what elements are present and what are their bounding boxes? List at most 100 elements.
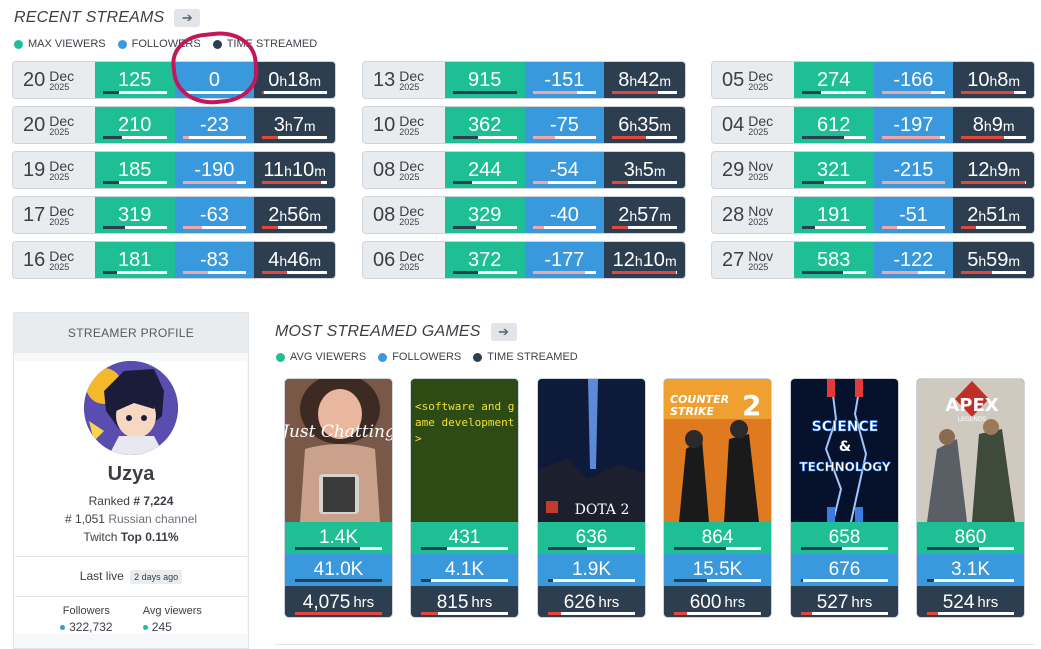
time-streamed-cell: 4h46m <box>254 242 335 278</box>
avg-viewers-bar-fill <box>421 547 448 550</box>
stream-day: 13 <box>373 68 396 91</box>
streamer-name: Uzya <box>107 463 155 485</box>
time-bar-fill <box>262 226 279 229</box>
profile-stats: Followers 322,732 Avg viewers 245 <box>15 596 247 634</box>
stream-date: 08 Dec 2025 <box>363 152 445 188</box>
avg-viewers-bar <box>927 547 1014 550</box>
stream-year: 2025 <box>399 171 420 182</box>
game-card[interactable]: <software and game development> 431 4.1K 8… <box>410 378 519 618</box>
avg-viewers-cell: 636 <box>538 522 645 554</box>
dot-icon <box>60 624 66 630</box>
time-streamed-cell: 2h57m <box>604 197 685 233</box>
time-streamed-cell: 527 hrs <box>791 586 898 617</box>
svg-text:LEGENDS: LEGENDS <box>958 416 987 423</box>
game-card[interactable]: APEX LEGENDS 860 3.1K 524 hrs <box>916 378 1025 618</box>
stream-month: Dec <box>399 67 425 84</box>
max-viewers-cell: 329 <box>444 197 525 233</box>
followers-cell: 4.1K <box>411 554 518 586</box>
time-bar-fill <box>612 136 646 139</box>
game-card[interactable]: SCIENCE & TECHNOLOGY 658 676 527 hrs <box>790 378 899 618</box>
game-cover[interactable]: APEX LEGENDS <box>917 379 1024 522</box>
recent-legend: MAX VIEWERS FOLLOWERS TIME STREAMED <box>14 38 317 50</box>
stream-day: 27 <box>722 248 745 271</box>
stream-row[interactable]: 08 Dec 2025 329 -40 2h57m <box>362 196 686 234</box>
game-cover[interactable]: DOTA 2 <box>538 379 645 522</box>
platform-rank: Twitch Top 0.11% <box>83 530 179 544</box>
stream-year: 2025 <box>49 171 70 182</box>
stream-row[interactable]: 16 Dec 2025 181 -83 4h46m <box>12 241 336 279</box>
stream-row[interactable]: 20 Dec 2025 210 -23 3h7m <box>12 106 336 144</box>
legend-followers: FOLLOWERS <box>117 38 201 50</box>
stream-date: 13 Dec 2025 <box>363 62 445 98</box>
stream-row[interactable]: 08 Dec 2025 244 -54 3h5m <box>362 151 686 189</box>
stream-month: Nov <box>748 247 774 264</box>
followers-bar <box>182 181 247 184</box>
game-cover[interactable]: COUNTER STRIKE 2 <box>664 379 771 522</box>
viewers-bar-fill <box>801 271 843 274</box>
dot-icon <box>14 39 23 49</box>
viewers-bar <box>102 136 167 139</box>
game-cover[interactable]: <software and game development> <box>411 379 518 522</box>
stream-month: Dec <box>49 157 75 174</box>
followers-bar <box>801 579 888 582</box>
followers-bar-fill <box>532 226 544 229</box>
stream-row[interactable]: 17 Dec 2025 319 -63 2h56m <box>12 196 336 234</box>
stream-row[interactable]: 19 Dec 2025 185 -190 11h10m <box>12 151 336 189</box>
time-streamed-cell: 12h9m <box>953 152 1034 188</box>
viewers-bar <box>801 271 866 274</box>
stream-row[interactable]: 28 Nov 2025 191 -51 2h51m <box>711 196 1035 234</box>
avg-viewers-bar <box>421 547 508 550</box>
stream-row[interactable]: 29 Nov 2025 321 -215 12h9m <box>711 151 1035 189</box>
followers-bar-fill <box>532 181 549 184</box>
stream-row[interactable]: 27 Nov 2025 583 -122 5h59m <box>711 241 1035 279</box>
svg-text:TECHNOLOGY: TECHNOLOGY <box>799 460 890 474</box>
stream-row[interactable]: 06 Dec 2025 372 -177 12h10m <box>362 241 686 279</box>
viewers-bar-fill <box>452 136 479 139</box>
viewers-bar <box>801 136 866 139</box>
viewers-bar-fill <box>801 181 825 184</box>
stream-row[interactable]: 10 Dec 2025 362 -75 6h35m <box>362 106 686 144</box>
followers-cell: -83 <box>174 242 255 278</box>
stream-year: 2025 <box>399 126 420 137</box>
stream-date: 17 Dec 2025 <box>13 197 95 233</box>
stream-day: 10 <box>373 113 396 136</box>
time-bar-fill <box>801 612 813 615</box>
arrow-right-icon[interactable]: ➔ <box>174 9 201 27</box>
stream-day: 16 <box>23 248 46 271</box>
stream-row[interactable]: 13 Dec 2025 915 -151 8h42m <box>362 61 686 99</box>
stream-row[interactable]: 04 Dec 2025 612 -197 8h9m <box>711 106 1035 144</box>
time-bar <box>262 181 327 184</box>
most-streamed-games-title: MOST STREAMED GAMES ➔ <box>275 323 517 341</box>
game-card[interactable]: Just Chatting 1.4K 41.0K 4,075 hrs <box>284 378 393 618</box>
stream-month: Dec <box>49 112 75 129</box>
time-streamed-cell: 11h10m <box>254 152 335 188</box>
arrow-right-icon[interactable]: ➔ <box>490 323 517 341</box>
dot-icon <box>117 39 127 49</box>
svg-text:2: 2 <box>742 389 761 422</box>
stream-row[interactable]: 05 Dec 2025 274 -166 10h8m <box>711 61 1035 99</box>
game-cover[interactable]: SCIENCE & TECHNOLOGY <box>791 379 898 522</box>
followers-bar <box>881 271 946 274</box>
avg-viewers-bar <box>295 547 382 550</box>
stream-day: 08 <box>373 158 396 181</box>
stream-row[interactable]: 20 Dec 2025 125 0 0h18m <box>12 61 336 99</box>
avatar[interactable] <box>84 361 178 455</box>
stream-date: 29 Nov 2025 <box>712 152 794 188</box>
stream-day: 29 <box>722 158 745 181</box>
time-bar-fill <box>927 612 939 615</box>
stream-month: Dec <box>399 247 425 264</box>
game-cover[interactable]: Just Chatting <box>285 379 392 522</box>
stream-date: 16 Dec 2025 <box>13 242 95 278</box>
followers-bar-fill <box>532 91 578 94</box>
game-card[interactable]: DOTA 2 636 1.9K 626 hrs <box>537 378 646 618</box>
svg-text:DOTA 2: DOTA 2 <box>575 502 630 518</box>
viewers-bar <box>452 271 517 274</box>
viewers-bar-fill <box>801 91 821 94</box>
stream-day: 05 <box>722 68 745 91</box>
game-card[interactable]: COUNTER STRIKE 2 864 15.5K 600 hrs <box>663 378 772 618</box>
time-bar-fill <box>961 226 977 229</box>
last-live: Last live 2 days ago <box>15 556 247 596</box>
time-streamed-cell: 3h7m <box>254 107 335 143</box>
viewers-bar <box>102 271 167 274</box>
time-bar-fill <box>612 181 629 184</box>
